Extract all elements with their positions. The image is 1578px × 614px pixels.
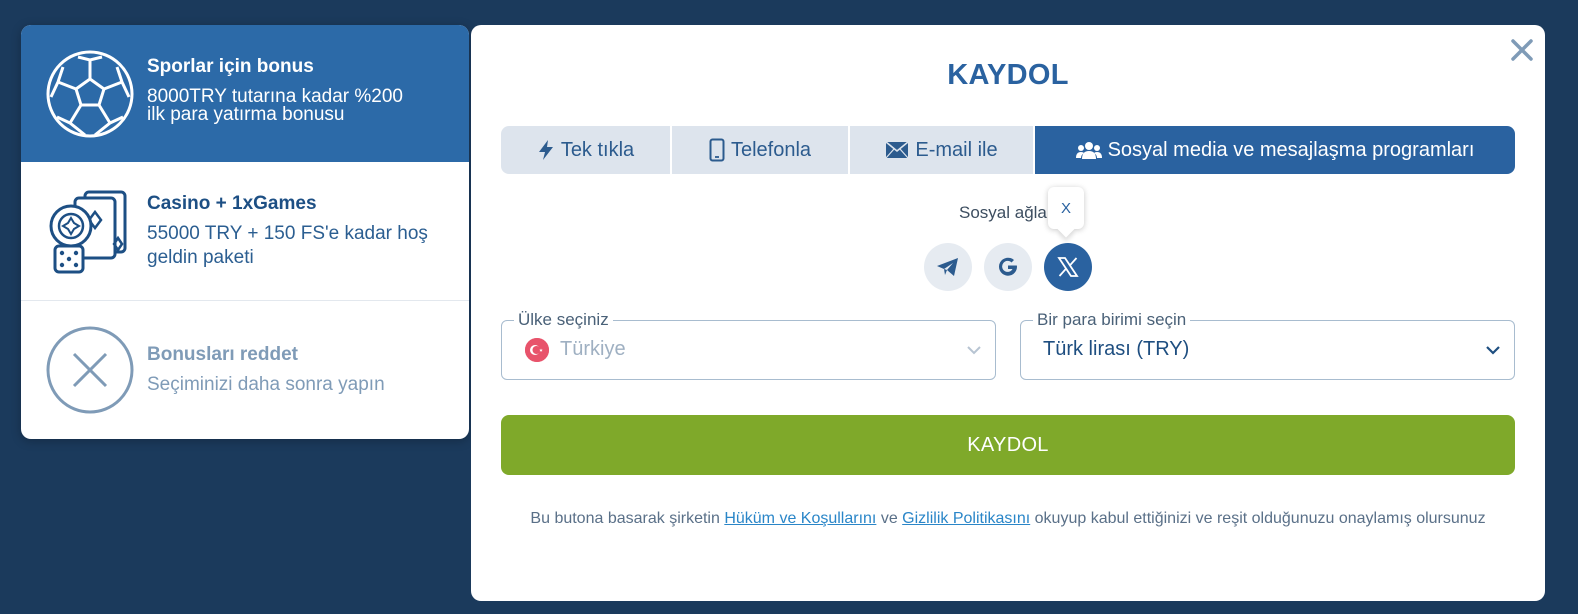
bonus-desc-line: ilk para yatırma bonusu xyxy=(147,103,345,125)
country-select-value: Türkiye xyxy=(560,338,626,360)
bonus-text: Casino + 1xGames 55000 TRY + 150 FS'e ka… xyxy=(147,192,428,270)
currency-select-label: Bir para birimi seçin xyxy=(1033,310,1191,330)
x-logo-icon xyxy=(1057,257,1079,277)
bonus-panel: Sporlar için bonus 8000TRY tutarına kada… xyxy=(21,25,469,439)
registration-modal: KAYDOL Tek tıkla Telefonla E-mail ile So… xyxy=(471,25,1545,601)
tab-label: Sosyal media ve mesajlaşma programları xyxy=(1107,138,1475,161)
bonus-option-sports[interactable]: Sporlar için bonus 8000TRY tutarına kada… xyxy=(21,25,469,162)
bonus-desc-line: 55000 TRY + 150 FS'e kadar hoş xyxy=(147,223,428,244)
country-select-label: Ülke seçiniz xyxy=(514,310,613,330)
bonus-text: Bonusları reddet Seçiminizi daha sonra y… xyxy=(147,343,385,397)
bonus-desc: 8000TRY tutarına kadar %200 ilk para yat… xyxy=(147,85,403,133)
casino-chips-cards-icon xyxy=(49,190,127,274)
currency-select-value: Türk lirası (TRY) xyxy=(1043,338,1190,360)
x-button[interactable] xyxy=(1044,243,1092,291)
social-networks-label: Sosyal ağla xyxy=(959,203,1047,222)
bonus-desc-line: geldin paketi xyxy=(147,247,254,268)
turkey-flag-icon xyxy=(525,338,549,362)
tooltip: X xyxy=(1048,187,1084,229)
envelope-icon xyxy=(885,141,909,159)
telegram-icon xyxy=(937,258,958,276)
users-group-icon xyxy=(1075,142,1102,159)
bonus-option-casino[interactable]: Casino + 1xGames 55000 TRY + 150 FS'e ka… xyxy=(21,162,469,301)
social-buttons xyxy=(924,243,1104,291)
chevron-down-icon xyxy=(967,346,981,355)
tab-social[interactable]: Sosyal media ve mesajlaşma programları xyxy=(1035,126,1515,174)
terms-link[interactable]: Hüküm ve Koşullarını xyxy=(724,510,876,527)
google-button[interactable] xyxy=(984,243,1032,291)
tab-email[interactable]: E-mail ile xyxy=(850,126,1035,174)
soccer-ball-icon xyxy=(46,50,134,137)
country-select[interactable]: Ülke seçiniz Türkiye xyxy=(501,310,996,380)
bonus-title: Casino + 1xGames xyxy=(147,193,317,214)
privacy-link[interactable]: Gizlilik Politikasını xyxy=(902,510,1030,527)
telegram-button[interactable] xyxy=(924,243,972,291)
terms-text-part: Bu butona basarak şirketin xyxy=(530,510,725,527)
tab-label: Tek tıkla xyxy=(560,138,635,161)
bonus-desc: Seçiminizi daha sonra yapın xyxy=(147,374,385,395)
phone-icon xyxy=(709,138,725,162)
lightning-icon xyxy=(538,140,553,160)
bonus-desc: 55000 TRY + 150 FS'e kadar hoş geldin pa… xyxy=(147,222,428,270)
google-icon xyxy=(999,257,1017,276)
page-title: KAYDOL xyxy=(947,59,1069,91)
bonus-text: Sporlar için bonus 8000TRY tutarına kada… xyxy=(147,55,403,133)
tab-one-click[interactable]: Tek tıkla xyxy=(501,126,672,174)
terms-text-part: ve xyxy=(876,510,903,527)
terms-text: Bu butona basarak şirketin Hüküm ve Koşu… xyxy=(501,505,1515,532)
currency-select[interactable]: Bir para birimi seçin Türk lirası (TRY) xyxy=(1020,310,1515,380)
bonus-option-reject[interactable]: Bonusları reddet Seçiminizi daha sonra y… xyxy=(21,301,469,439)
tab-phone[interactable]: Telefonla xyxy=(672,126,850,174)
registration-tabs: Tek tıkla Telefonla E-mail ile Sosyal me… xyxy=(501,126,1515,174)
close-icon xyxy=(1511,39,1533,61)
x-circle-icon xyxy=(46,326,134,414)
tab-label: Telefonla xyxy=(730,138,812,161)
bonus-title: Bonusları reddet xyxy=(147,344,298,365)
terms-text-part: okuyup kabul ettiğinizi ve reşit olduğun… xyxy=(1030,510,1486,527)
register-button[interactable]: KAYDOL xyxy=(501,415,1515,475)
tab-label: E-mail ile xyxy=(915,138,998,161)
bonus-title: Sporlar için bonus xyxy=(147,55,314,77)
chevron-down-icon xyxy=(1486,346,1500,355)
